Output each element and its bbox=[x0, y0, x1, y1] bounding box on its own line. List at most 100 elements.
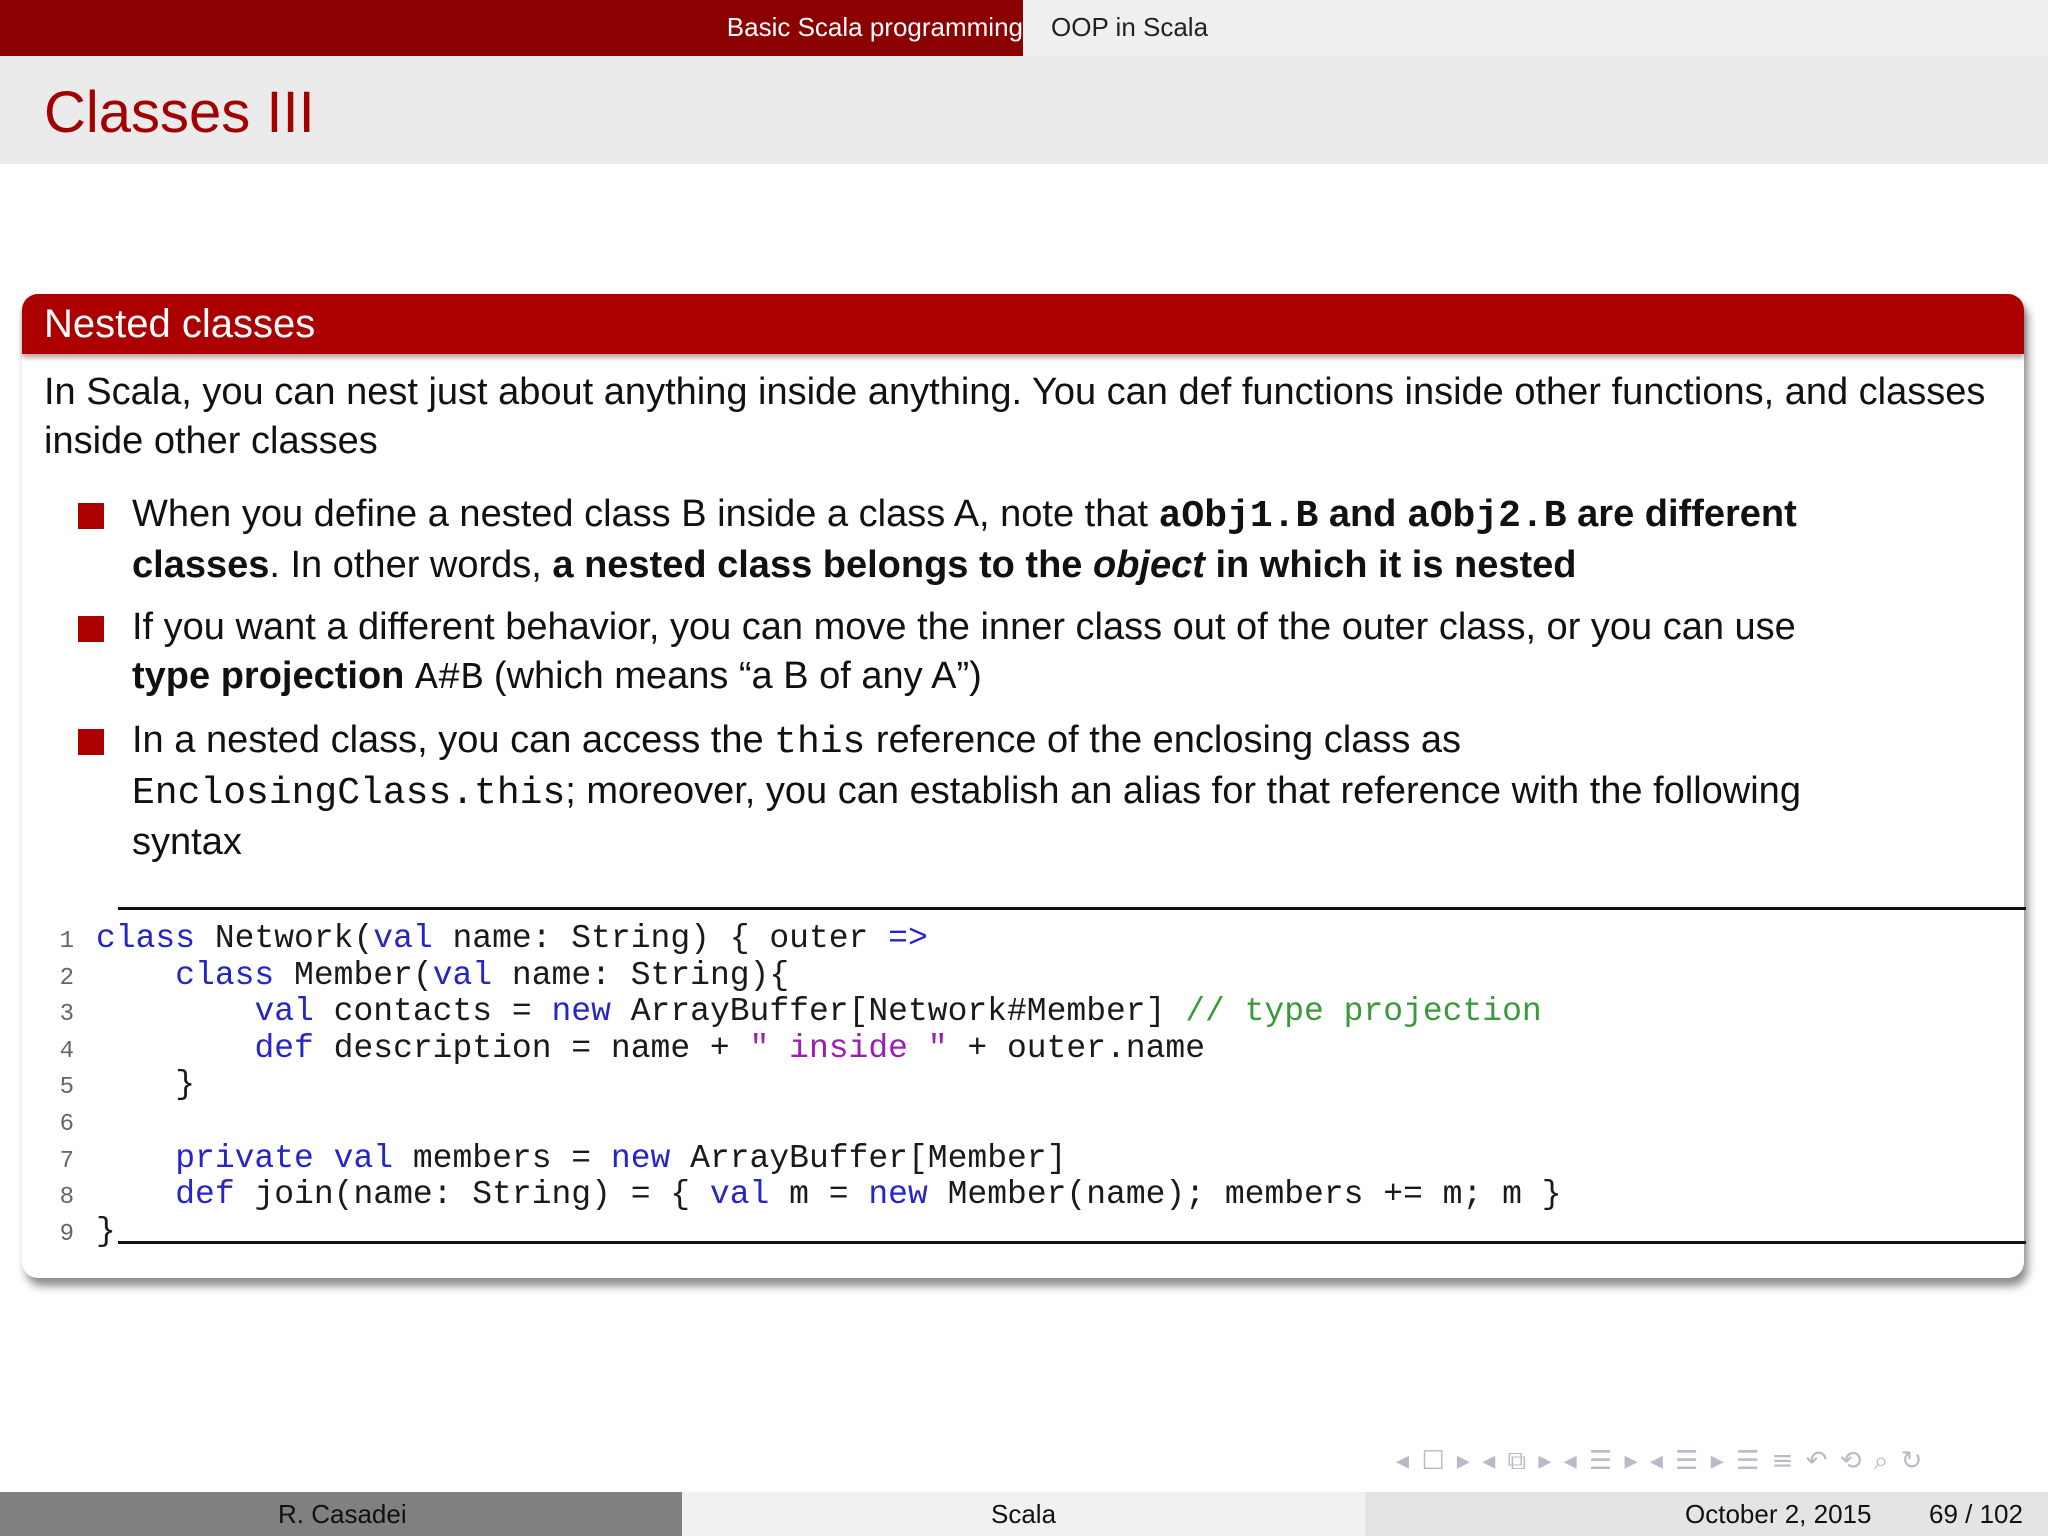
item-line: syntax bbox=[132, 818, 1992, 867]
code-line: 1 class Network(val name: String) { outer… bbox=[40, 922, 1562, 959]
code-line: 8 def join(name: String) = { val m = new… bbox=[40, 1178, 1562, 1215]
nav-section-oop[interactable]: OOP in Scala bbox=[1051, 0, 1208, 56]
footer: R. Casadei Scala October 2, 2015 69 / 10… bbox=[0, 1492, 2048, 1536]
item-line: classes. In other words, a nested class … bbox=[132, 541, 1992, 590]
item-text-bold: classes bbox=[132, 544, 270, 586]
line-number: 9 bbox=[59, 1220, 74, 1248]
line-number: 2 bbox=[59, 964, 74, 992]
code-listing: 1 class Network(val name: String) { outer… bbox=[40, 922, 1562, 1251]
code-text: contacts = bbox=[313, 993, 552, 1031]
line-number: 1 bbox=[59, 928, 74, 955]
list-item: When you define a nested class B inside … bbox=[78, 490, 1992, 590]
code-keyword: class bbox=[96, 920, 196, 957]
inline-code: aObj1.B bbox=[1158, 495, 1319, 538]
item-line: In a nested class, you can access the th… bbox=[132, 716, 1992, 767]
item-text: reference of the enclosing class as bbox=[865, 719, 1462, 761]
line-number: 7 bbox=[59, 1147, 74, 1175]
item-line: If you want a different behavior, you ca… bbox=[132, 603, 1992, 652]
code-comment: // type projection bbox=[1185, 993, 1542, 1031]
inline-code: EnclosingClass.this bbox=[132, 772, 566, 815]
code-text: Member(name); members += m; m } bbox=[927, 1176, 1562, 1214]
line-number: 6 bbox=[59, 1110, 74, 1138]
code-text: name: String) { outer bbox=[432, 920, 889, 957]
footer-author-box: R. Casadei bbox=[0, 1492, 682, 1536]
footer-date-box: October 2, 2015 69 / 102 bbox=[1365, 1492, 2048, 1536]
code-line: 9} bbox=[40, 1212, 1562, 1252]
line-number: 8 bbox=[59, 1184, 74, 1212]
block-title: Nested classes bbox=[44, 302, 316, 346]
code-keyword: => bbox=[888, 920, 928, 957]
code-text: name: String){ bbox=[492, 956, 790, 994]
code-keyword: new bbox=[551, 993, 611, 1031]
code-keyword: new bbox=[868, 1176, 928, 1214]
frame-title-bar: Classes III bbox=[0, 56, 2048, 164]
inline-code: this bbox=[774, 721, 866, 764]
footer-page-number: 69 / 102 bbox=[1929, 1499, 2023, 1529]
code-text: join(name: String) = { bbox=[234, 1176, 710, 1214]
item-text-bold-italic: object bbox=[1092, 544, 1205, 586]
code-keyword: private bbox=[175, 1139, 314, 1177]
bullet-marker bbox=[78, 729, 104, 755]
item-text: . In other words, bbox=[269, 544, 553, 586]
item-text-bold: are different bbox=[1566, 493, 1797, 535]
item-line: When you define a nested class B inside … bbox=[132, 490, 1992, 541]
code-line: 2 class Member(val name: String){ bbox=[40, 956, 1562, 996]
item-text-bold: and bbox=[1318, 493, 1407, 535]
code-keyword: def bbox=[254, 1029, 314, 1067]
block-intro: In Scala, you can nest just about anythi… bbox=[44, 371, 1986, 462]
footer-author: R. Casadei bbox=[278, 1499, 407, 1529]
item-line: type projection A#B (which means “a B of… bbox=[132, 652, 1992, 703]
item-text-bold: a nested class belongs to the bbox=[552, 544, 1093, 586]
code-text: Member( bbox=[274, 956, 433, 994]
listing-top-rule bbox=[118, 907, 2026, 910]
footer-title-box: Scala bbox=[682, 1492, 1365, 1536]
item-text: ; moreover, you can establish an alias f… bbox=[565, 770, 1801, 812]
item-text: If you want a different behavior, you ca… bbox=[132, 606, 1796, 648]
block-header: Nested classes bbox=[22, 294, 2024, 354]
item-text-bold: in which it is nested bbox=[1204, 544, 1577, 586]
bullet-marker bbox=[78, 616, 104, 642]
section-navigation: Basic Scala programming OOP in Scala bbox=[0, 0, 2048, 56]
code-line: 4 def description = name + " inside " + … bbox=[40, 1029, 1562, 1069]
code-line: 6 bbox=[40, 1105, 1562, 1142]
code-text: members = bbox=[393, 1139, 611, 1177]
list-item: If you want a different behavior, you ca… bbox=[78, 603, 1992, 703]
item-text: When you define a nested class B inside … bbox=[132, 493, 1159, 535]
code-keyword: val bbox=[709, 1176, 770, 1214]
code-text: m = bbox=[769, 1176, 869, 1214]
code-text: } bbox=[96, 1212, 116, 1250]
beamer-navigation-icons[interactable]: ◂ ☐ ▸ ◂ ⧉ ▸ ◂ ☰ ▸ ◂ ☰ ▸ ☰ ≡ ↶ ⟲ ⌕ ↻ bbox=[1396, 1446, 2036, 1480]
block-body: In Scala, you can nest just about anythi… bbox=[44, 368, 2022, 863]
code-text: description = name + bbox=[313, 1029, 750, 1067]
inline-code: aObj2.B bbox=[1406, 495, 1567, 538]
code-keyword: val bbox=[254, 993, 314, 1031]
item-text: In a nested class, you can access the bbox=[132, 719, 775, 761]
line-number: 3 bbox=[59, 1001, 74, 1029]
code-text: } bbox=[96, 1066, 196, 1104]
nav-section-current[interactable]: Basic Scala programming bbox=[727, 0, 1023, 56]
inline-code: A#B bbox=[414, 657, 484, 700]
code-line: 7 private val members = new ArrayBuffer[… bbox=[40, 1139, 1562, 1179]
bullet-marker bbox=[78, 503, 104, 529]
code-text: ArrayBuffer[Network#Member] bbox=[610, 993, 1186, 1031]
item-line: EnclosingClass.this; moreover, you can e… bbox=[132, 767, 1992, 818]
item-text: (which means “a B of any A”) bbox=[483, 655, 982, 697]
code-line: 3 val contacts = new ArrayBuffer[Network… bbox=[40, 995, 1562, 1032]
line-number: 4 bbox=[59, 1037, 74, 1065]
code-string: " inside " bbox=[749, 1029, 948, 1067]
code-text: ArrayBuffer[Member] bbox=[670, 1139, 1067, 1177]
code-keyword: val bbox=[373, 920, 433, 957]
code-line: 5 } bbox=[40, 1068, 1562, 1105]
list-item: In a nested class, you can access the th… bbox=[78, 716, 1992, 867]
footer-date: October 2, 2015 bbox=[1685, 1499, 1872, 1529]
code-keyword: class bbox=[175, 956, 275, 994]
footer-title: Scala bbox=[991, 1499, 1057, 1529]
frame-title: Classes III bbox=[44, 80, 315, 145]
item-text: syntax bbox=[132, 821, 242, 863]
